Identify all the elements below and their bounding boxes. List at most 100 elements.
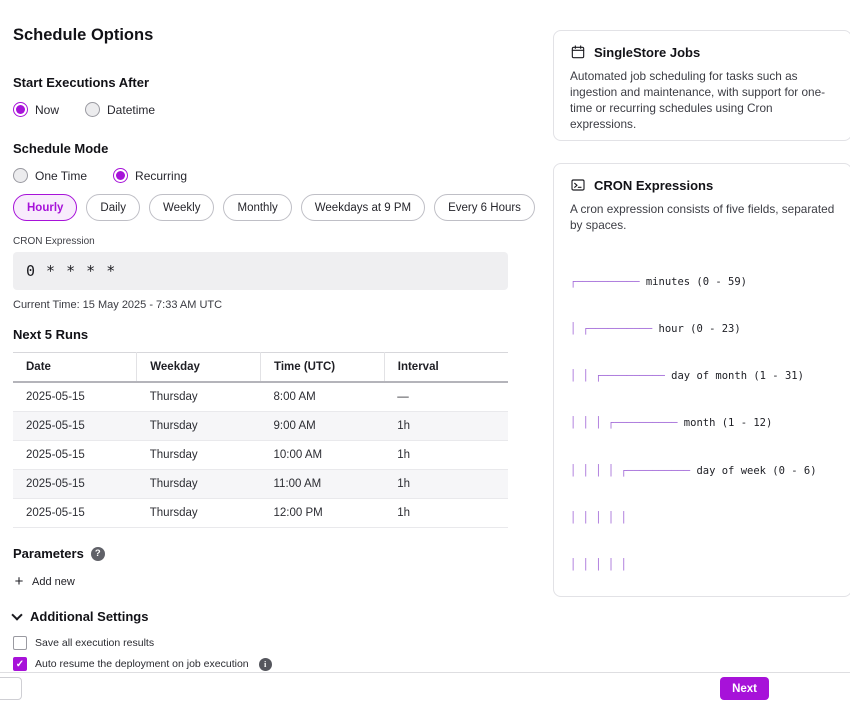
chip-daily[interactable]: Daily xyxy=(86,194,140,221)
cell-time: 8:00 AM xyxy=(261,382,385,412)
schedule-mode-radio-group: One Time Recurring xyxy=(13,168,508,183)
chip-weekly[interactable]: Weekly xyxy=(149,194,215,221)
cell-interval: 1h xyxy=(384,470,508,499)
parameters-header: Parameters xyxy=(13,546,508,561)
radio-option-now[interactable]: Now xyxy=(13,102,59,117)
terminal-icon xyxy=(570,177,586,193)
cron-expressions-card: CRON Expressions A cron expression consi… xyxy=(553,163,850,597)
checkbox-save-results-label: Save all execution results xyxy=(35,637,154,649)
radio-option-one-time[interactable]: One Time xyxy=(13,168,87,183)
question-circle-icon[interactable] xyxy=(91,547,105,561)
diagram-row: ┌────────── minutes (0 - 59) xyxy=(570,275,835,291)
diagram-row: │ ┌────────── hour (0 - 23) xyxy=(570,322,835,338)
diagram-row: │ │ │ ┌────────── month (1 - 12) xyxy=(570,416,835,432)
checkbox-auto-resume-label: Auto resume the deployment on job execut… xyxy=(35,658,249,670)
table-row: 2025-05-15 Thursday 12:00 PM 1h xyxy=(13,499,508,528)
footer-cut-button[interactable] xyxy=(0,677,22,700)
footer-bar: Next xyxy=(0,672,850,701)
column-header-date: Date xyxy=(13,353,137,383)
diagram-row: │ │ │ │ │ xyxy=(570,511,835,527)
cell-interval: 1h xyxy=(384,412,508,441)
cell-time: 12:00 PM xyxy=(261,499,385,528)
cell-interval: — xyxy=(384,382,508,412)
diagram-line: │ │ │ │ │ xyxy=(570,559,627,571)
table-header-row: Date Weekday Time (UTC) Interval xyxy=(13,353,508,383)
jobs-card-header: SingleStore Jobs xyxy=(570,44,835,60)
cron-card-description: A cron expression consists of five field… xyxy=(570,201,835,233)
checkbox-save-results[interactable]: Save all execution results xyxy=(13,636,508,650)
diagram-line: │ │ │ │ ┌────────── xyxy=(570,465,696,477)
table-row: 2025-05-15 Thursday 11:00 AM 1h xyxy=(13,470,508,499)
chip-every-6-hours[interactable]: Every 6 Hours xyxy=(434,194,535,221)
table-row: 2025-05-15 Thursday 9:00 AM 1h xyxy=(13,412,508,441)
cell-date: 2025-05-15 xyxy=(13,441,137,470)
jobs-card-description: Automated job scheduling for tasks such … xyxy=(570,68,835,132)
cron-fields-diagram: ┌────────── minutes (0 - 59) │ ┌────────… xyxy=(570,243,835,597)
cron-expression-input[interactable] xyxy=(13,252,508,290)
chip-monthly[interactable]: Monthly xyxy=(223,194,291,221)
cell-date: 2025-05-15 xyxy=(13,412,137,441)
cell-weekday: Thursday xyxy=(137,382,261,412)
additional-settings-title: Additional Settings xyxy=(30,609,148,624)
diagram-label: day of month (1 - 31) xyxy=(671,370,804,382)
page-title: Schedule Options xyxy=(13,26,508,45)
column-header-interval: Interval xyxy=(384,353,508,383)
start-executions-title: Start Executions After xyxy=(13,75,508,90)
radio-option-recurring[interactable]: Recurring xyxy=(113,168,187,183)
diagram-line: ┌────────── xyxy=(570,276,646,288)
radio-option-one-time-label: One Time xyxy=(35,169,87,183)
cron-expression-label: CRON Expression xyxy=(13,236,508,247)
add-new-label: Add new xyxy=(32,576,75,588)
cell-weekday: Thursday xyxy=(137,441,261,470)
cell-time: 10:00 AM xyxy=(261,441,385,470)
cell-weekday: Thursday xyxy=(137,499,261,528)
cell-date: 2025-05-15 xyxy=(13,382,137,412)
add-new-button[interactable]: Add new xyxy=(13,574,75,589)
diagram-row: │ │ │ │ │ xyxy=(570,558,835,574)
cell-interval: 1h xyxy=(384,441,508,470)
diagram-line: │ │ │ ┌────────── xyxy=(570,417,684,429)
cell-interval: 1h xyxy=(384,499,508,528)
chip-hourly[interactable]: Hourly xyxy=(13,194,77,221)
diagram-label: minutes (0 - 59) xyxy=(646,276,747,288)
cell-time: 11:00 AM xyxy=(261,470,385,499)
cell-weekday: Thursday xyxy=(137,412,261,441)
cron-card-title: CRON Expressions xyxy=(594,178,713,193)
next-runs-title: Next 5 Runs xyxy=(13,327,508,342)
diagram-row: │ │ │ │ ┌────────── day of week (0 - 6) xyxy=(570,464,835,480)
diagram-label: day of week (0 - 6) xyxy=(696,465,816,477)
diagram-row: │ │ ┌────────── day of month (1 - 31) xyxy=(570,369,835,385)
radio-option-datetime[interactable]: Datetime xyxy=(85,102,155,117)
cell-date: 2025-05-15 xyxy=(13,499,137,528)
singlestore-jobs-card: SingleStore Jobs Automated job schedulin… xyxy=(553,30,850,141)
info-circle-icon[interactable] xyxy=(259,658,272,671)
column-header-time: Time (UTC) xyxy=(261,353,385,383)
radio-unselected-icon xyxy=(13,168,28,183)
diagram-label: month (1 - 12) xyxy=(684,417,773,429)
cell-weekday: Thursday xyxy=(137,470,261,499)
chip-weekdays-9pm[interactable]: Weekdays at 9 PM xyxy=(301,194,425,221)
radio-option-now-label: Now xyxy=(35,103,59,117)
next-button[interactable]: Next xyxy=(720,677,769,700)
plus-icon xyxy=(13,574,25,589)
additional-settings-toggle[interactable]: Additional Settings xyxy=(13,609,508,624)
radio-option-recurring-label: Recurring xyxy=(135,169,187,183)
checkbox-auto-resume[interactable]: Auto resume the deployment on job execut… xyxy=(13,657,508,671)
checkbox-unchecked-icon xyxy=(13,636,27,650)
cell-time: 9:00 AM xyxy=(261,412,385,441)
cell-date: 2025-05-15 xyxy=(13,470,137,499)
chevron-down-icon xyxy=(11,609,22,620)
schedule-mode-title: Schedule Mode xyxy=(13,141,508,156)
column-header-weekday: Weekday xyxy=(137,353,261,383)
next-runs-table: Date Weekday Time (UTC) Interval 2025-05… xyxy=(13,352,508,528)
table-row: 2025-05-15 Thursday 8:00 AM — xyxy=(13,382,508,412)
radio-selected-icon xyxy=(13,102,28,117)
schedule-form: Schedule Options Start Executions After … xyxy=(13,0,508,671)
cron-card-header: CRON Expressions xyxy=(570,177,835,193)
start-executions-radio-group: Now Datetime xyxy=(13,102,508,117)
diagram-line: │ ┌────────── xyxy=(570,323,659,335)
radio-option-datetime-label: Datetime xyxy=(107,103,155,117)
radio-unselected-icon xyxy=(85,102,100,117)
parameters-title: Parameters xyxy=(13,546,84,561)
calendar-icon xyxy=(570,44,586,60)
